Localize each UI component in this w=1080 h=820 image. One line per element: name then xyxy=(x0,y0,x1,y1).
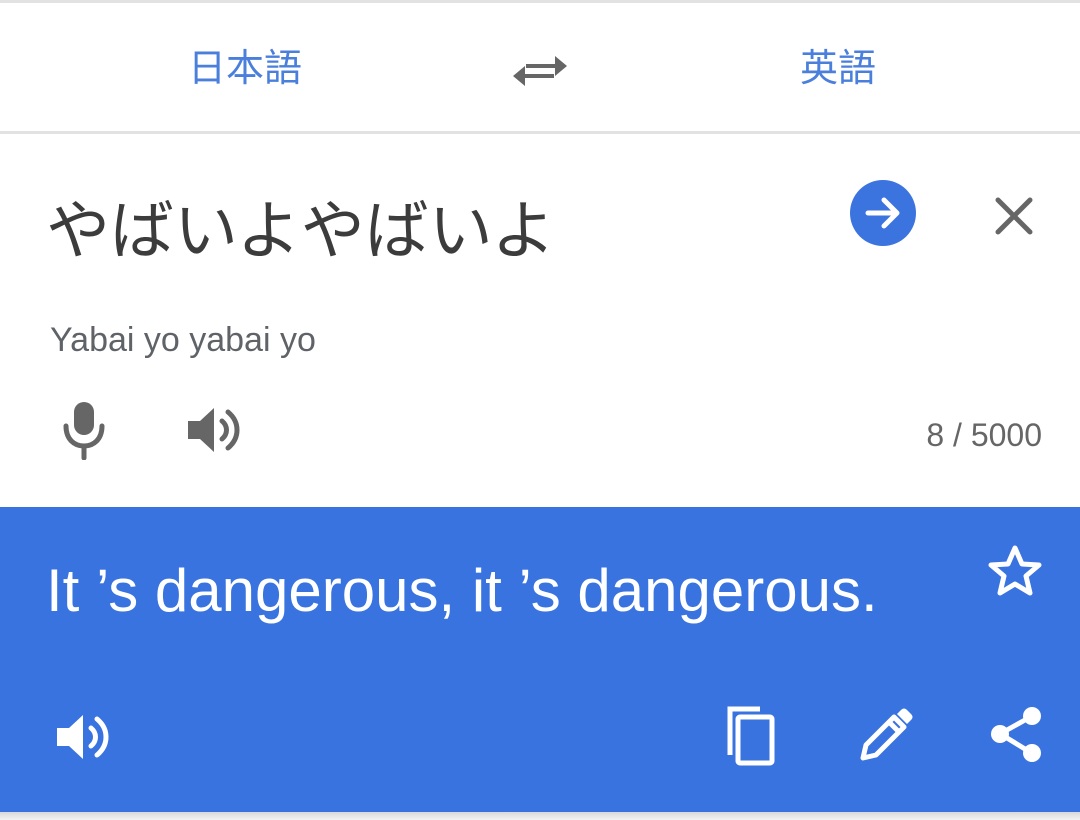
edit-translation-button[interactable] xyxy=(854,705,916,767)
clear-input-button[interactable] xyxy=(988,190,1040,242)
translation-speaker-button[interactable] xyxy=(53,707,113,767)
volume-up-icon xyxy=(188,408,240,452)
share-translation-button[interactable] xyxy=(986,703,1046,765)
copy-translation-button[interactable] xyxy=(716,701,782,771)
translate-screen: 日本語 英語 やばいよやばいよ Yabai yo yabai yo 8 / 50… xyxy=(0,0,1080,820)
star-outline-icon xyxy=(988,545,1042,596)
source-language-button[interactable]: 日本語 xyxy=(188,44,302,92)
transliteration-text: Yabai yo yabai yo xyxy=(50,321,316,359)
bottom-panel-shadow xyxy=(0,812,1080,820)
source-input-panel: やばいよやばいよ Yabai yo yabai yo 8 / 5000 xyxy=(0,134,1080,507)
language-selector-bar: 日本語 英語 xyxy=(0,0,1080,134)
translation-result-panel: It ’s dangerous, it ’s dangerous. xyxy=(0,507,1080,812)
translate-go-button[interactable] xyxy=(850,180,916,246)
microphone-icon xyxy=(63,402,105,460)
source-speaker-button[interactable] xyxy=(184,400,246,460)
source-text-input[interactable]: やばいよやばいよ xyxy=(46,192,806,272)
character-counter: 8 / 5000 xyxy=(926,417,1042,453)
swap-languages-button[interactable] xyxy=(511,46,569,94)
close-icon xyxy=(995,197,1033,235)
target-language-button[interactable]: 英語 xyxy=(800,44,876,92)
voice-input-button[interactable] xyxy=(56,400,112,460)
save-translation-button[interactable] xyxy=(986,543,1044,601)
volume-up-icon xyxy=(57,715,109,759)
arrow-forward-icon xyxy=(865,197,900,229)
swap-horiz-icon xyxy=(513,56,567,86)
copy-icon xyxy=(727,706,775,766)
translated-text[interactable]: It ’s dangerous, it ’s dangerous. xyxy=(46,555,946,627)
edit-pencil-icon xyxy=(860,708,913,761)
share-icon xyxy=(991,707,1041,762)
